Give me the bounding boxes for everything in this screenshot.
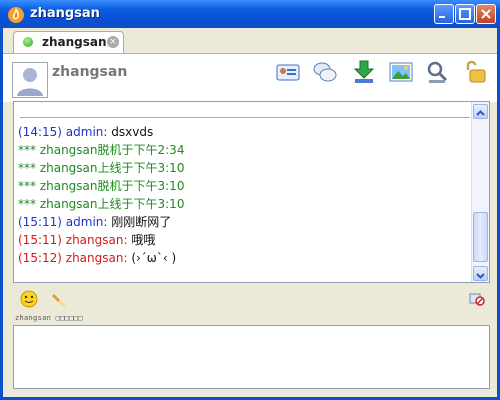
contact-name: zhangsan <box>52 64 128 80</box>
scroll-down-button[interactable] <box>473 266 488 281</box>
message-row: (14:15) admin: dsxvds <box>18 123 468 141</box>
scroll-up-button[interactable] <box>473 104 488 119</box>
contact-header: zhangsan <box>3 53 497 102</box>
profile-card-icon[interactable] <box>275 59 301 85</box>
tab-zhangsan[interactable]: zhangsan × <box>13 31 124 53</box>
avatar <box>12 62 48 98</box>
message-text: (›´ω`‹ ) <box>127 251 177 265</box>
message-sender: zhangsan: <box>65 233 128 247</box>
message-time: (15:12) <box>18 251 62 265</box>
picture-icon[interactable] <box>388 59 414 85</box>
chat-window: zhangsan zhangsan × zhangsan (14:15) adm… <box>0 0 500 400</box>
message-row: (15:12) zhangsan: (›´ω`‹ ) <box>18 249 468 267</box>
message-row: (15:11) zhangsan: 哦哦 <box>18 231 468 249</box>
close-button[interactable] <box>476 4 496 24</box>
message-row: *** zhangsan脱机于下午2:34 <box>18 141 468 159</box>
flame-app-icon <box>8 7 24 23</box>
scrollbar[interactable] <box>471 102 489 282</box>
block-user-icon[interactable] <box>469 292 485 306</box>
maximize-button[interactable] <box>455 4 475 24</box>
message-text: 刚刚断网了 <box>107 215 172 229</box>
compose-toolbar <box>3 287 497 313</box>
tab-bar: zhangsan × <box>3 28 497 53</box>
message-text: 哦哦 <box>127 233 156 247</box>
message-time: (15:11) <box>18 215 62 229</box>
file-transfer-icon[interactable] <box>351 59 377 85</box>
tab-close-icon[interactable]: × <box>107 36 119 48</box>
maximize-icon <box>459 8 471 20</box>
message-row: *** zhangsan上线于下午3:10 <box>18 195 468 213</box>
message-row: (15:11) admin: 刚刚断网了 <box>18 213 468 231</box>
emoticon-icon[interactable] <box>20 290 38 308</box>
divider <box>20 117 470 118</box>
tab-label: zhangsan <box>42 35 107 49</box>
system-notice: *** zhangsan脱机于下午3:10 <box>18 179 185 193</box>
minimize-icon <box>439 16 445 18</box>
message-row: *** zhangsan上线于下午3:10 <box>18 159 468 177</box>
message-text: dsxvds <box>107 125 154 139</box>
scroll-thumb[interactable] <box>473 212 488 262</box>
message-sender: zhangsan: <box>65 251 128 265</box>
message-time: (14:15) <box>18 125 62 139</box>
online-status-icon <box>23 37 33 47</box>
message-history[interactable]: (14:15) admin: dsxvds *** zhangsan脱机于下午2:… <box>13 101 490 283</box>
unlock-icon[interactable] <box>462 59 488 85</box>
close-icon <box>481 9 491 19</box>
typing-status: zhangsan □□□□□□ <box>15 314 83 322</box>
title-bar[interactable]: zhangsan <box>0 0 500 28</box>
system-notice: *** zhangsan上线于下午3:10 <box>18 161 185 175</box>
system-notice: *** zhangsan上线于下午3:10 <box>18 197 185 211</box>
chevron-up-icon <box>476 110 485 116</box>
settings-icon[interactable] <box>424 59 450 85</box>
system-notice: *** zhangsan脱机于下午2:34 <box>18 143 185 157</box>
minimize-button[interactable] <box>434 4 454 24</box>
message-sender: admin: <box>65 215 108 229</box>
window-title: zhangsan <box>30 6 100 21</box>
message-input[interactable] <box>13 325 490 389</box>
message-time: (15:11) <box>18 233 62 247</box>
message-row: *** zhangsan脱机于下午3:10 <box>18 177 468 195</box>
chat-bubbles-icon[interactable] <box>312 59 338 85</box>
nudge-icon[interactable] <box>51 290 69 308</box>
message-list: (14:15) admin: dsxvds *** zhangsan脱机于下午2:… <box>18 123 468 267</box>
chevron-down-icon <box>476 273 485 279</box>
message-sender: admin: <box>65 125 108 139</box>
